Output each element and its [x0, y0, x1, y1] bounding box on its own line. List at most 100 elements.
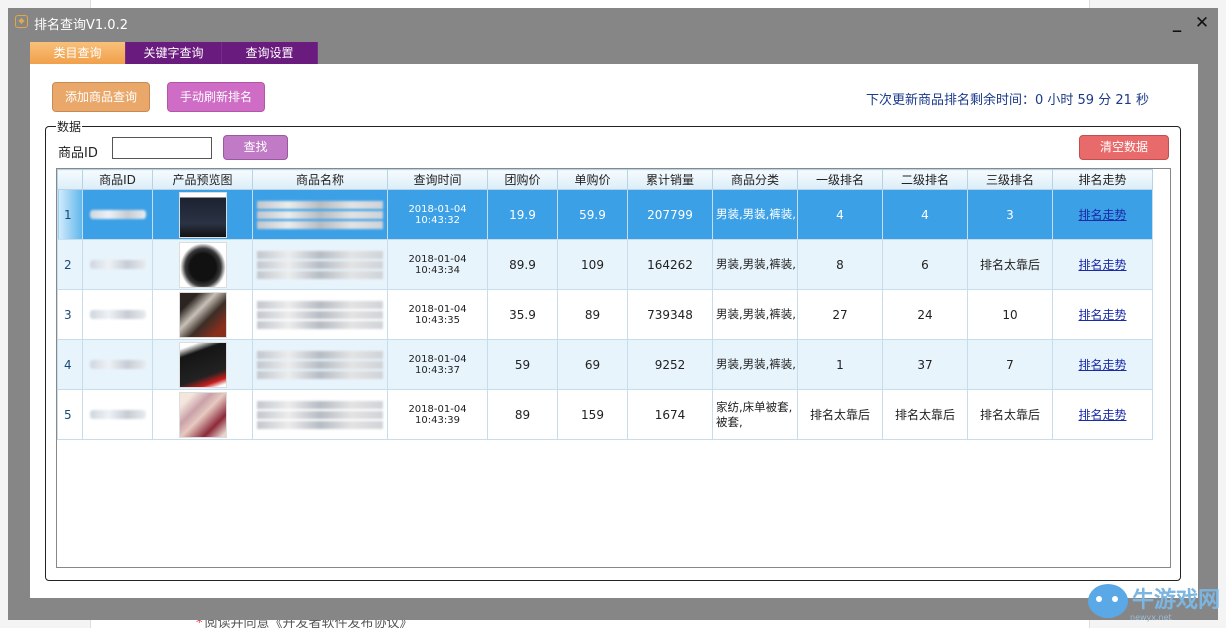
window-title: 排名查询V1.0.2 [34, 18, 128, 33]
product-name-cell [252, 289, 388, 340]
rank-2-cell: 24 [882, 289, 968, 340]
sales-cell: 164262 [627, 239, 713, 290]
query-time-cell: 2018-01-04 10:43:34 [387, 239, 488, 290]
row-number: 1 [57, 189, 83, 240]
clear-data-button[interactable]: 清空数据 [1079, 135, 1169, 160]
group-price-cell: 19.9 [487, 189, 558, 240]
search-button[interactable]: 查找 [223, 135, 288, 160]
column-header-trend[interactable]: 排名走势 [1052, 169, 1153, 190]
tab-keyword-query[interactable]: 关键字查询 [126, 42, 222, 64]
category-cell: 男装,男装,裤装, [712, 239, 798, 290]
table-row[interactable]: 1 2018-01-04 10:43:32 19.9 59.9 207799 男… [57, 189, 1153, 240]
rank-2-cell: 4 [882, 189, 968, 240]
table-row[interactable]: 2 2018-01-04 10:43:34 89.9 109 164262 男装… [57, 239, 1153, 290]
close-button[interactable]: ✕ [1191, 12, 1213, 34]
row-number: 4 [57, 339, 83, 390]
table-header-row: 商品ID 产品预览图 商品名称 查询时间 团购价 单购价 累计销量 商品分类 一… [57, 169, 1153, 190]
rank-2-cell: 6 [882, 239, 968, 290]
product-thumbnail [178, 191, 227, 238]
rank-3-cell: 7 [967, 339, 1053, 390]
minimize-button[interactable]: _ [1166, 12, 1188, 34]
product-id-label: 商品ID [58, 146, 98, 161]
column-header-preview[interactable]: 产品预览图 [152, 169, 253, 190]
single-price-cell: 159 [557, 389, 628, 440]
tab-content-panel: 添加商品查询 手动刷新排名 下次更新商品排名剩余时间：0 小时 59 分 21 … [30, 64, 1198, 598]
table-row[interactable]: 4 2018-01-04 10:43:37 59 69 9252 男装,男装,裤… [57, 339, 1153, 390]
product-thumbnail [178, 241, 227, 288]
group-price-cell: 35.9 [487, 289, 558, 340]
product-id-cell [82, 389, 153, 440]
column-header-rank-3[interactable]: 三级排名 [967, 169, 1053, 190]
rank-1-cell: 4 [797, 189, 883, 240]
tab-category-query[interactable]: 类目查询 [30, 42, 126, 64]
rank-3-cell: 排名太靠后 [967, 389, 1053, 440]
results-table: 商品ID 产品预览图 商品名称 查询时间 团购价 单购价 累计销量 商品分类 一… [57, 169, 1153, 440]
column-header-sales[interactable]: 累计销量 [627, 169, 713, 190]
trend-cell: 排名走势 [1052, 189, 1153, 240]
tab-query-settings[interactable]: 查询设置 [222, 42, 318, 64]
preview-cell [152, 239, 253, 290]
rank-1-cell: 1 [797, 339, 883, 390]
watermark-logo-icon [1088, 584, 1128, 618]
single-price-cell: 89 [557, 289, 628, 340]
preview-cell [152, 189, 253, 240]
app-window: ◆ 排名查询V1.0.2 _ ✕ 类目查询 关键字查询 查询设置 添加商品查询 … [8, 8, 1218, 620]
groupbox-legend: 数据 [56, 118, 83, 135]
column-header-product-id[interactable]: 商品ID [82, 169, 153, 190]
table-row[interactable]: 3 2018-01-04 10:43:35 35.9 89 739348 男装,… [57, 289, 1153, 340]
product-id-cell [82, 289, 153, 340]
watermark-text: 牛游戏网 [1132, 588, 1221, 613]
blurred-product-id [89, 359, 146, 369]
rank-trend-link[interactable]: 排名走势 [1078, 308, 1126, 322]
add-product-query-button[interactable]: 添加商品查询 [52, 82, 150, 112]
column-header-category[interactable]: 商品分类 [712, 169, 798, 190]
column-header-rank-1[interactable]: 一级排名 [797, 169, 883, 190]
single-price-cell: 59.9 [557, 189, 628, 240]
rank-trend-link[interactable]: 排名走势 [1078, 408, 1126, 422]
trend-cell: 排名走势 [1052, 339, 1153, 390]
column-header-name[interactable]: 商品名称 [252, 169, 388, 190]
trend-cell: 排名走势 [1052, 239, 1153, 290]
blurred-product-id [89, 409, 146, 419]
blurred-product-id [89, 209, 146, 219]
column-header-query-time[interactable]: 查询时间 [387, 169, 488, 190]
product-thumbnail [178, 291, 227, 338]
preview-cell [152, 289, 253, 340]
product-thumbnail [178, 391, 227, 438]
preview-cell [152, 389, 253, 440]
category-cell: 男装,男装,裤装, [712, 289, 798, 340]
blurred-product-id [89, 259, 146, 269]
query-time-cell: 2018-01-04 10:43:35 [387, 289, 488, 340]
results-grid[interactable]: 商品ID 产品预览图 商品名称 查询时间 团购价 单购价 累计销量 商品分类 一… [56, 168, 1171, 568]
product-thumbnail [178, 341, 227, 388]
rank-1-cell: 8 [797, 239, 883, 290]
column-header [57, 169, 83, 190]
manual-refresh-rank-button[interactable]: 手动刷新排名 [167, 82, 265, 112]
group-price-cell: 89 [487, 389, 558, 440]
table-row[interactable]: 5 2018-01-04 10:43:39 89 159 1674 家纺,床单被… [57, 389, 1153, 440]
sales-cell: 9252 [627, 339, 713, 390]
column-header-rank-2[interactable]: 二级排名 [882, 169, 968, 190]
single-price-cell: 69 [557, 339, 628, 390]
column-header-group-price[interactable]: 团购价 [487, 169, 558, 190]
category-cell: 男装,男装,裤装, [712, 189, 798, 240]
rank-trend-link[interactable]: 排名走势 [1078, 258, 1126, 272]
app-logo-icon: ◆ [15, 15, 28, 28]
sales-cell: 207799 [627, 189, 713, 240]
product-id-cell [82, 339, 153, 390]
rank-2-cell: 排名太靠后 [882, 389, 968, 440]
group-price-cell: 89.9 [487, 239, 558, 290]
product-name-cell [252, 389, 388, 440]
rank-3-cell: 排名太靠后 [967, 239, 1053, 290]
rank-trend-link[interactable]: 排名走势 [1078, 358, 1126, 372]
product-id-input[interactable] [112, 137, 212, 159]
watermark-url: newyx.net [1130, 613, 1172, 622]
sales-cell: 1674 [627, 389, 713, 440]
tab-bar: 类目查询 关键字查询 查询设置 [30, 42, 318, 64]
blurred-product-id [89, 309, 146, 319]
rank-trend-link[interactable]: 排名走势 [1078, 208, 1126, 222]
column-header-single-price[interactable]: 单购价 [557, 169, 628, 190]
rank-2-cell: 37 [882, 339, 968, 390]
product-id-cell [82, 239, 153, 290]
product-name-cell [252, 239, 388, 290]
